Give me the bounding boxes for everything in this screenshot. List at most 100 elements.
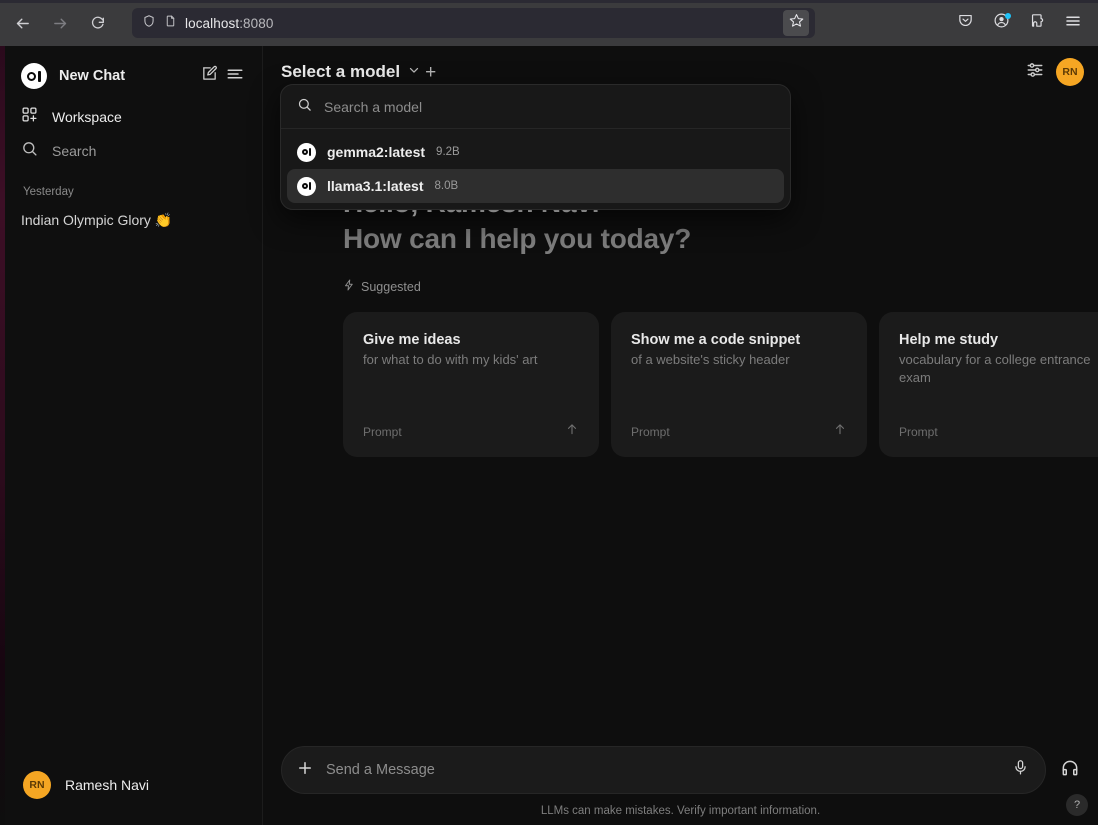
card-title: Show me a code snippet xyxy=(631,332,847,348)
model-list: gemma2:latest 9.2B llama3.1:latest 8.0B xyxy=(281,129,790,209)
model-option-gemma2[interactable]: gemma2:latest 9.2B xyxy=(287,135,784,169)
logo-o-shape xyxy=(27,72,36,81)
add-model-button[interactable]: + xyxy=(425,63,436,82)
sidebar-toggle-icon xyxy=(226,65,244,88)
sidebar: New Chat Workspace Search xyxy=(5,46,263,825)
card-prompt-tag: Prompt xyxy=(631,425,670,439)
model-search-input[interactable] xyxy=(324,99,774,115)
suggested-label-text: Suggested xyxy=(361,280,421,294)
workspace-grid-plus-icon xyxy=(21,106,38,128)
card-subtitle: vocabulary for a college entrance exam xyxy=(899,351,1098,386)
chat-history-item[interactable]: Indian Olympic Glory 👏 xyxy=(15,204,252,236)
url-host: localhost xyxy=(185,16,239,31)
star-icon xyxy=(789,13,804,33)
suggestion-card[interactable]: Give me ideas for what to do with my kid… xyxy=(343,312,599,457)
url-text: localhost:8080 xyxy=(185,16,775,31)
reload-button[interactable] xyxy=(82,7,114,39)
suggestion-cards: Give me ideas for what to do with my kid… xyxy=(343,312,1098,457)
bookmark-button[interactable] xyxy=(783,10,809,36)
greeting-subheading: How can I help you today? xyxy=(343,223,1098,255)
message-input[interactable] xyxy=(326,762,1000,778)
suggestion-card[interactable]: Help me study vocabulary for a college e… xyxy=(879,312,1098,457)
url-port: :8080 xyxy=(239,16,273,31)
call-mode-button[interactable] xyxy=(1060,758,1080,783)
composer-area: LLMs can make mistakes. Verify important… xyxy=(263,746,1098,825)
chat-history-section-title: Yesterday xyxy=(23,186,262,198)
sidebar-item-search[interactable]: Search xyxy=(15,134,252,168)
suggested-label: Suggested xyxy=(343,279,1098,294)
card-footer: Prompt xyxy=(631,422,847,441)
web-page: New Chat Workspace Search xyxy=(0,46,1098,825)
card-title: Give me ideas xyxy=(363,332,579,348)
disclaimer-text: LLMs can make mistakes. Verify important… xyxy=(281,805,1080,817)
card-subtitle: for what to do with my kids' art xyxy=(363,351,579,369)
user-name-label: Ramesh Navi xyxy=(65,777,149,793)
sparkle-bolt-icon xyxy=(343,279,355,294)
sidebar-header: New Chat xyxy=(5,52,262,100)
page-title: Select a model xyxy=(281,62,400,82)
sidebar-item-label: Workspace xyxy=(52,109,122,125)
card-title: Help me study xyxy=(899,332,1098,348)
open-webui-logo[interactable] xyxy=(21,63,47,89)
card-subtitle: of a website's sticky header xyxy=(631,351,847,369)
extensions-button[interactable] xyxy=(1022,8,1052,38)
forward-arrow-icon xyxy=(52,15,69,32)
address-bar[interactable]: localhost:8080 xyxy=(132,8,815,38)
chevron-down-icon xyxy=(407,63,421,82)
user-profile-button[interactable]: RN Ramesh Navi xyxy=(15,763,252,807)
tab-strip-edge xyxy=(0,0,1098,3)
forward-button[interactable] xyxy=(44,7,76,39)
composer-row xyxy=(281,746,1080,794)
pocket-save-icon xyxy=(957,12,974,34)
model-logo-icon xyxy=(297,143,316,162)
back-button[interactable] xyxy=(6,7,38,39)
model-logo-icon xyxy=(297,177,316,196)
app-menu-button[interactable] xyxy=(1058,8,1088,38)
account-notification-dot xyxy=(1005,13,1011,19)
suggestion-card[interactable]: Show me a code snippet of a website's st… xyxy=(611,312,867,457)
help-button[interactable]: ? xyxy=(1066,794,1088,816)
sidebar-footer: RN Ramesh Navi xyxy=(5,763,262,825)
sliders-controls-icon xyxy=(1026,61,1044,84)
sidebar-item-label: Search xyxy=(52,143,96,159)
plus-icon xyxy=(296,759,314,782)
pocket-save-button[interactable] xyxy=(950,8,980,38)
model-dropdown-panel: gemma2:latest 9.2B llama3.1:latest 8.0B xyxy=(280,84,791,210)
message-composer[interactable] xyxy=(281,746,1046,794)
avatar[interactable]: RN xyxy=(1056,58,1084,86)
model-size: 9.2B xyxy=(436,146,460,158)
headphones-icon xyxy=(1060,758,1080,783)
chat-controls-button[interactable] xyxy=(1026,61,1044,84)
topbar-actions: RN xyxy=(1026,58,1084,86)
new-chat-button[interactable]: New Chat xyxy=(59,68,196,84)
model-option-llama31[interactable]: llama3.1:latest 8.0B xyxy=(287,169,784,203)
search-icon xyxy=(297,97,312,117)
model-search-row xyxy=(281,85,790,129)
microphone-icon xyxy=(1012,759,1029,781)
compose-edit-button[interactable] xyxy=(196,63,222,89)
card-footer: Prompt xyxy=(899,422,1098,441)
compose-edit-icon xyxy=(201,65,218,87)
arrow-up-icon xyxy=(833,422,847,441)
model-selector-button[interactable]: Select a model xyxy=(281,62,421,82)
voice-input-button[interactable] xyxy=(1012,759,1029,781)
extensions-icon xyxy=(1029,12,1046,34)
reload-icon xyxy=(90,15,106,31)
page-icon[interactable] xyxy=(164,14,177,33)
card-footer: Prompt xyxy=(363,422,579,441)
arrow-up-icon xyxy=(565,422,579,441)
model-name: gemma2:latest xyxy=(327,144,425,160)
card-prompt-tag: Prompt xyxy=(899,425,938,439)
hamburger-menu-icon xyxy=(1064,12,1082,35)
sidebar-toggle-button[interactable] xyxy=(222,63,248,89)
card-prompt-tag: Prompt xyxy=(363,425,402,439)
add-attachment-button[interactable] xyxy=(296,759,314,782)
account-button[interactable] xyxy=(986,8,1016,38)
browser-actions xyxy=(950,8,1098,38)
sidebar-item-workspace[interactable]: Workspace xyxy=(15,100,252,134)
model-size: 8.0B xyxy=(435,180,459,192)
main-content: Select a model + RN xyxy=(263,46,1098,825)
search-icon xyxy=(21,140,38,162)
model-name: llama3.1:latest xyxy=(327,178,424,194)
shield-icon[interactable] xyxy=(142,14,156,33)
